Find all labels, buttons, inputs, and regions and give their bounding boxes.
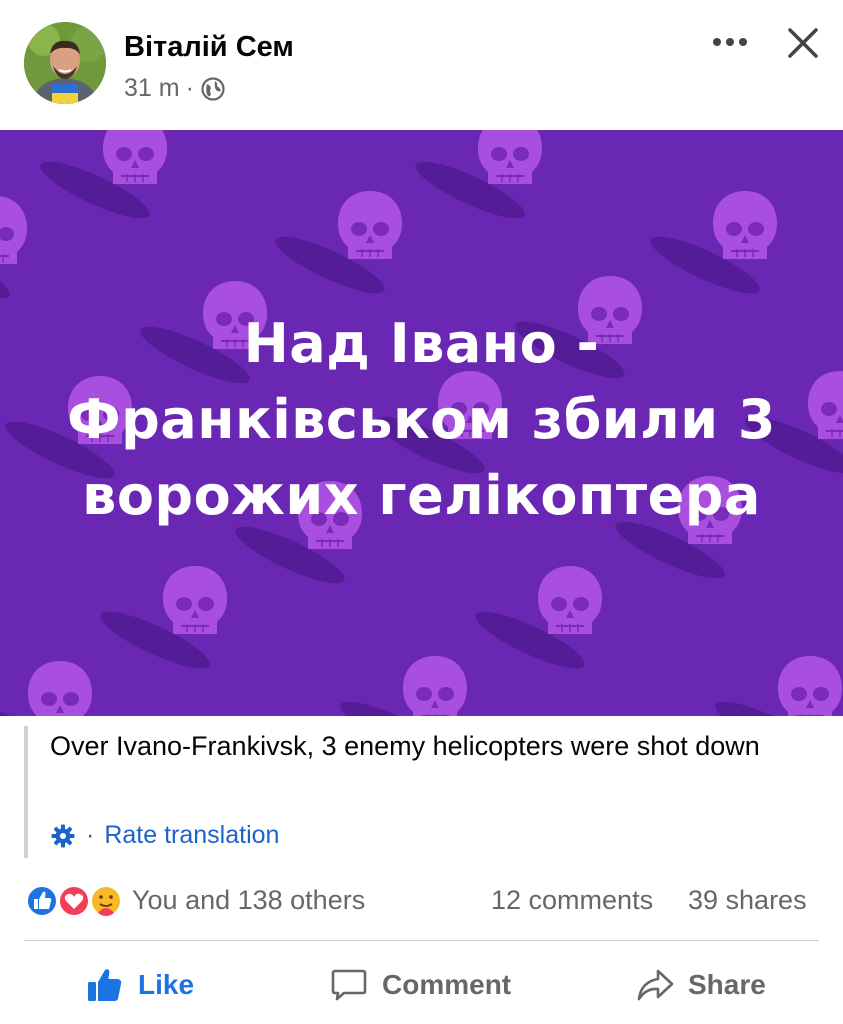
like-button[interactable]: Like xyxy=(86,955,194,1015)
comment-icon xyxy=(330,966,368,1004)
post-header: Віталій Сем 31 m · xyxy=(0,0,843,130)
post-time[interactable]: 31 m xyxy=(124,74,180,103)
rate-separator: · xyxy=(86,821,95,849)
divider xyxy=(24,940,819,941)
reaction-summary[interactable]: You and 138 others xyxy=(132,885,365,916)
share-label: Share xyxy=(688,969,766,1000)
translation-block: Over Ivano-Frankivsk, 3 enemy helicopter… xyxy=(24,726,814,858)
meta-separator: · xyxy=(185,74,194,102)
thumbs-up-icon xyxy=(86,966,124,1004)
like-reaction-icon xyxy=(26,885,58,917)
like-label: Like xyxy=(138,969,195,1000)
comment-label: Comment xyxy=(382,969,512,1000)
love-reaction-icon xyxy=(58,885,90,917)
reaction-icons[interactable] xyxy=(24,883,128,919)
share-button[interactable]: Share xyxy=(636,955,766,1015)
globe-icon xyxy=(200,76,226,102)
gear-icon[interactable] xyxy=(50,823,76,849)
comment-button[interactable]: Comment xyxy=(330,955,511,1015)
avatar[interactable] xyxy=(24,22,106,104)
engagement-summary: You and 138 others 12 comments 39 shares xyxy=(24,880,819,922)
shares-count[interactable]: 39 shares xyxy=(688,885,807,916)
close-icon[interactable] xyxy=(782,22,824,64)
post-image[interactable]: Над Івано - Франківськом збили 3 ворожих… xyxy=(0,130,843,716)
translated-text: Over Ivano-Frankivsk, 3 enemy helicopter… xyxy=(50,731,760,761)
care-reaction-icon xyxy=(90,885,122,917)
rate-translation-link[interactable]: Rate translation xyxy=(104,821,279,850)
image-headline: Над Івано - Франківськом збили 3 ворожих… xyxy=(67,312,776,527)
author-name[interactable]: Віталій Сем xyxy=(124,31,294,64)
post-meta: 31 m · xyxy=(124,74,226,103)
share-icon xyxy=(636,966,674,1004)
more-icon[interactable] xyxy=(708,28,752,56)
comments-count[interactable]: 12 comments xyxy=(491,885,653,916)
action-bar: Like Comment Share xyxy=(0,955,843,1015)
rate-translation-row: · Rate translation xyxy=(50,821,279,850)
